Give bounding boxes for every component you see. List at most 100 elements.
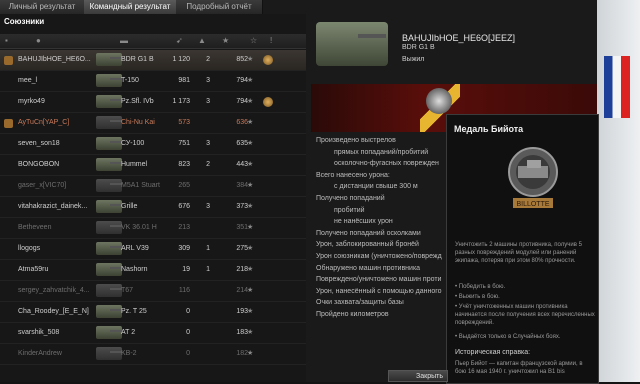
vehicle-name: T67 (121, 287, 134, 294)
xp-value: 794 (236, 77, 248, 84)
player-nick: KinderAndrew (18, 350, 62, 357)
table-row[interactable]: AyTuCn[YAP_C] Chi-Nu Kai 573 636 ★ (0, 113, 306, 134)
stat-label: Произведено выстрелов (316, 137, 396, 144)
player-nick: Betheveen (18, 224, 52, 231)
tank-icon (96, 200, 122, 213)
medal-column-icon[interactable]: ! (270, 37, 272, 45)
experience-icon[interactable]: ★ (222, 37, 229, 45)
kills-value: 1 (206, 266, 210, 273)
tooltip-history-text: Пьер Бийот — капитан французской армии, … (455, 361, 583, 375)
xp-value: 182 (236, 350, 248, 357)
star-icon: ★ (247, 98, 254, 105)
vehicle-name: Nashorn (121, 266, 148, 273)
tank-icon (96, 347, 122, 360)
player-icon[interactable]: ● (36, 37, 41, 45)
vehicle-name: ARL V39 (121, 245, 149, 252)
player-nick: sergey_zahvatchik_4... (18, 287, 90, 294)
damage-value: 676 (178, 203, 190, 210)
vehicle-name: BDR G1 B (121, 56, 154, 63)
table-row[interactable]: Betheveen VK 36.01 H 213 351 ★ (0, 218, 306, 239)
kills-value: 3 (206, 140, 210, 147)
tank-icon (96, 242, 122, 255)
stat-label: пробитий (334, 206, 365, 214)
table-row[interactable]: BONGOBON Hummel 823 2 443 ★ (0, 155, 306, 176)
tab-personal-result[interactable]: Личный результат (0, 0, 85, 14)
table-row[interactable]: mee_l T-150 981 3 794 ★ (0, 71, 306, 92)
tank-icon (96, 116, 122, 129)
vehicle-name: СУ-100 (121, 140, 145, 147)
medal-ribbon-label: BILLOTTE (516, 201, 549, 208)
damage-value: 0 (186, 308, 190, 315)
player-nick: vitahakrazict_dainek... (18, 203, 88, 210)
vehicle-icon[interactable]: ▬ (120, 37, 128, 45)
tab-detailed-report[interactable]: Подробный отчёт (176, 0, 263, 14)
star-icon[interactable]: ☆ (250, 37, 257, 45)
vehicle-name: Pz.Sfl. IVb (121, 98, 154, 105)
table-row[interactable]: BAHUJIbHOE_HE6O... BDR G1 B 1 120 2 852 ★ (0, 50, 306, 71)
table-row[interactable]: sergey_zahvatchik_4... T67 116 214 ★ (0, 281, 306, 302)
medal-icon[interactable] (263, 97, 273, 107)
xp-value: 384 (236, 182, 248, 189)
vehicle-name: Pz. T 25 (121, 308, 147, 315)
flag-image (604, 56, 630, 118)
stat-label: Повреждено/уничтожено машин проти (316, 276, 442, 284)
stat-label: прямых попаданий/пробитий (334, 148, 429, 156)
medal-icon[interactable] (263, 55, 273, 65)
table-row[interactable]: Atma59ru Nashorn 19 1 218 ★ (0, 260, 306, 281)
table-header: ▪ ● ▬ ➹ ▲ ★ ☆ ! (0, 34, 306, 49)
player-nick: Cha_Roodey_[E_E_N] (18, 308, 89, 315)
player-nick: seven_son18 (18, 140, 60, 147)
tab-team-result[interactable]: Командный результат (84, 0, 177, 14)
vehicle-name: KB-2 (121, 350, 137, 357)
stat-label: Очки захвата/защиты базы (316, 299, 404, 307)
tooltip-history-title: Историческая справка: (455, 349, 531, 356)
star-icon: ★ (247, 56, 254, 63)
damage-value: 0 (186, 329, 190, 336)
vehicle-name: Grille (121, 203, 138, 210)
xp-value: 443 (236, 161, 248, 168)
table-row[interactable]: Cha_Roodey_[E_E_N] Pz. T 25 0 193 ★ (0, 302, 306, 323)
table-row[interactable]: vitahakrazict_dainek... Grille 676 3 373 ★ (0, 197, 306, 218)
table-row[interactable]: llogogs ARL V39 309 1 275 ★ (0, 239, 306, 260)
vehicle-name: M5A1 Stuart (121, 182, 160, 189)
medal-icon[interactable] (426, 88, 452, 114)
star-icon: ★ (247, 77, 254, 84)
star-icon: ★ (247, 119, 254, 126)
vehicle-name: Chi-Nu Kai (121, 119, 155, 126)
damage-icon[interactable]: ➹ (176, 37, 183, 45)
tank-icon (96, 95, 122, 108)
star-icon: ★ (247, 224, 254, 231)
damage-value: 1 173 (172, 98, 190, 105)
stat-label: Урон, заблокированный бронёй (316, 241, 419, 249)
detail-vehicle-name: BDR G1 B (402, 44, 435, 51)
tank-icon (96, 284, 122, 297)
vehicle-name: AT 2 (121, 329, 136, 336)
star-icon: ★ (247, 287, 254, 294)
table-row[interactable]: svarshik_508 AT 2 0 183 ★ (0, 323, 306, 344)
tooltip-bullet: • Выжить в бою. (455, 294, 500, 300)
xp-value: 193 (236, 308, 248, 315)
table-row[interactable]: seven_son18 СУ-100 751 3 635 ★ (0, 134, 306, 155)
squad-icon[interactable]: ▪ (5, 37, 8, 45)
player-nick: svarshik_508 (18, 329, 60, 336)
kills-icon[interactable]: ▲ (198, 37, 206, 45)
damage-value: 1 120 (172, 56, 190, 63)
stat-label: осколочно-фугасных поврежден (334, 160, 439, 168)
player-nick: AyTuCn[YAP_C] (18, 119, 70, 126)
tooltip-bullet: • Победить в бою. (455, 284, 506, 290)
close-button[interactable]: Закрыть (388, 370, 448, 382)
table-row[interactable]: myrko49 Pz.Sfl. IVb 1 173 3 794 ★ (0, 92, 306, 113)
stat-label: Получено попаданий (316, 195, 385, 202)
tank-icon (96, 263, 122, 276)
table-row[interactable]: gaser_x[VIC70] M5A1 Stuart 265 384 ★ (0, 176, 306, 197)
tank-icon (96, 221, 122, 234)
table-row[interactable]: KinderAndrew KB-2 0 182 ★ (0, 344, 306, 365)
player-nick: BONGOBON (18, 161, 60, 168)
xp-value: 183 (236, 329, 248, 336)
platoon-icon (4, 119, 13, 128)
detail-player-name: BAHUJIbHOE_HE6O[JEEZ] (402, 33, 516, 43)
xp-value: 636 (236, 119, 248, 126)
damage-value: 116 (178, 287, 190, 294)
player-nick: gaser_x[VIC70] (18, 182, 67, 189)
tank-icon (96, 137, 122, 150)
